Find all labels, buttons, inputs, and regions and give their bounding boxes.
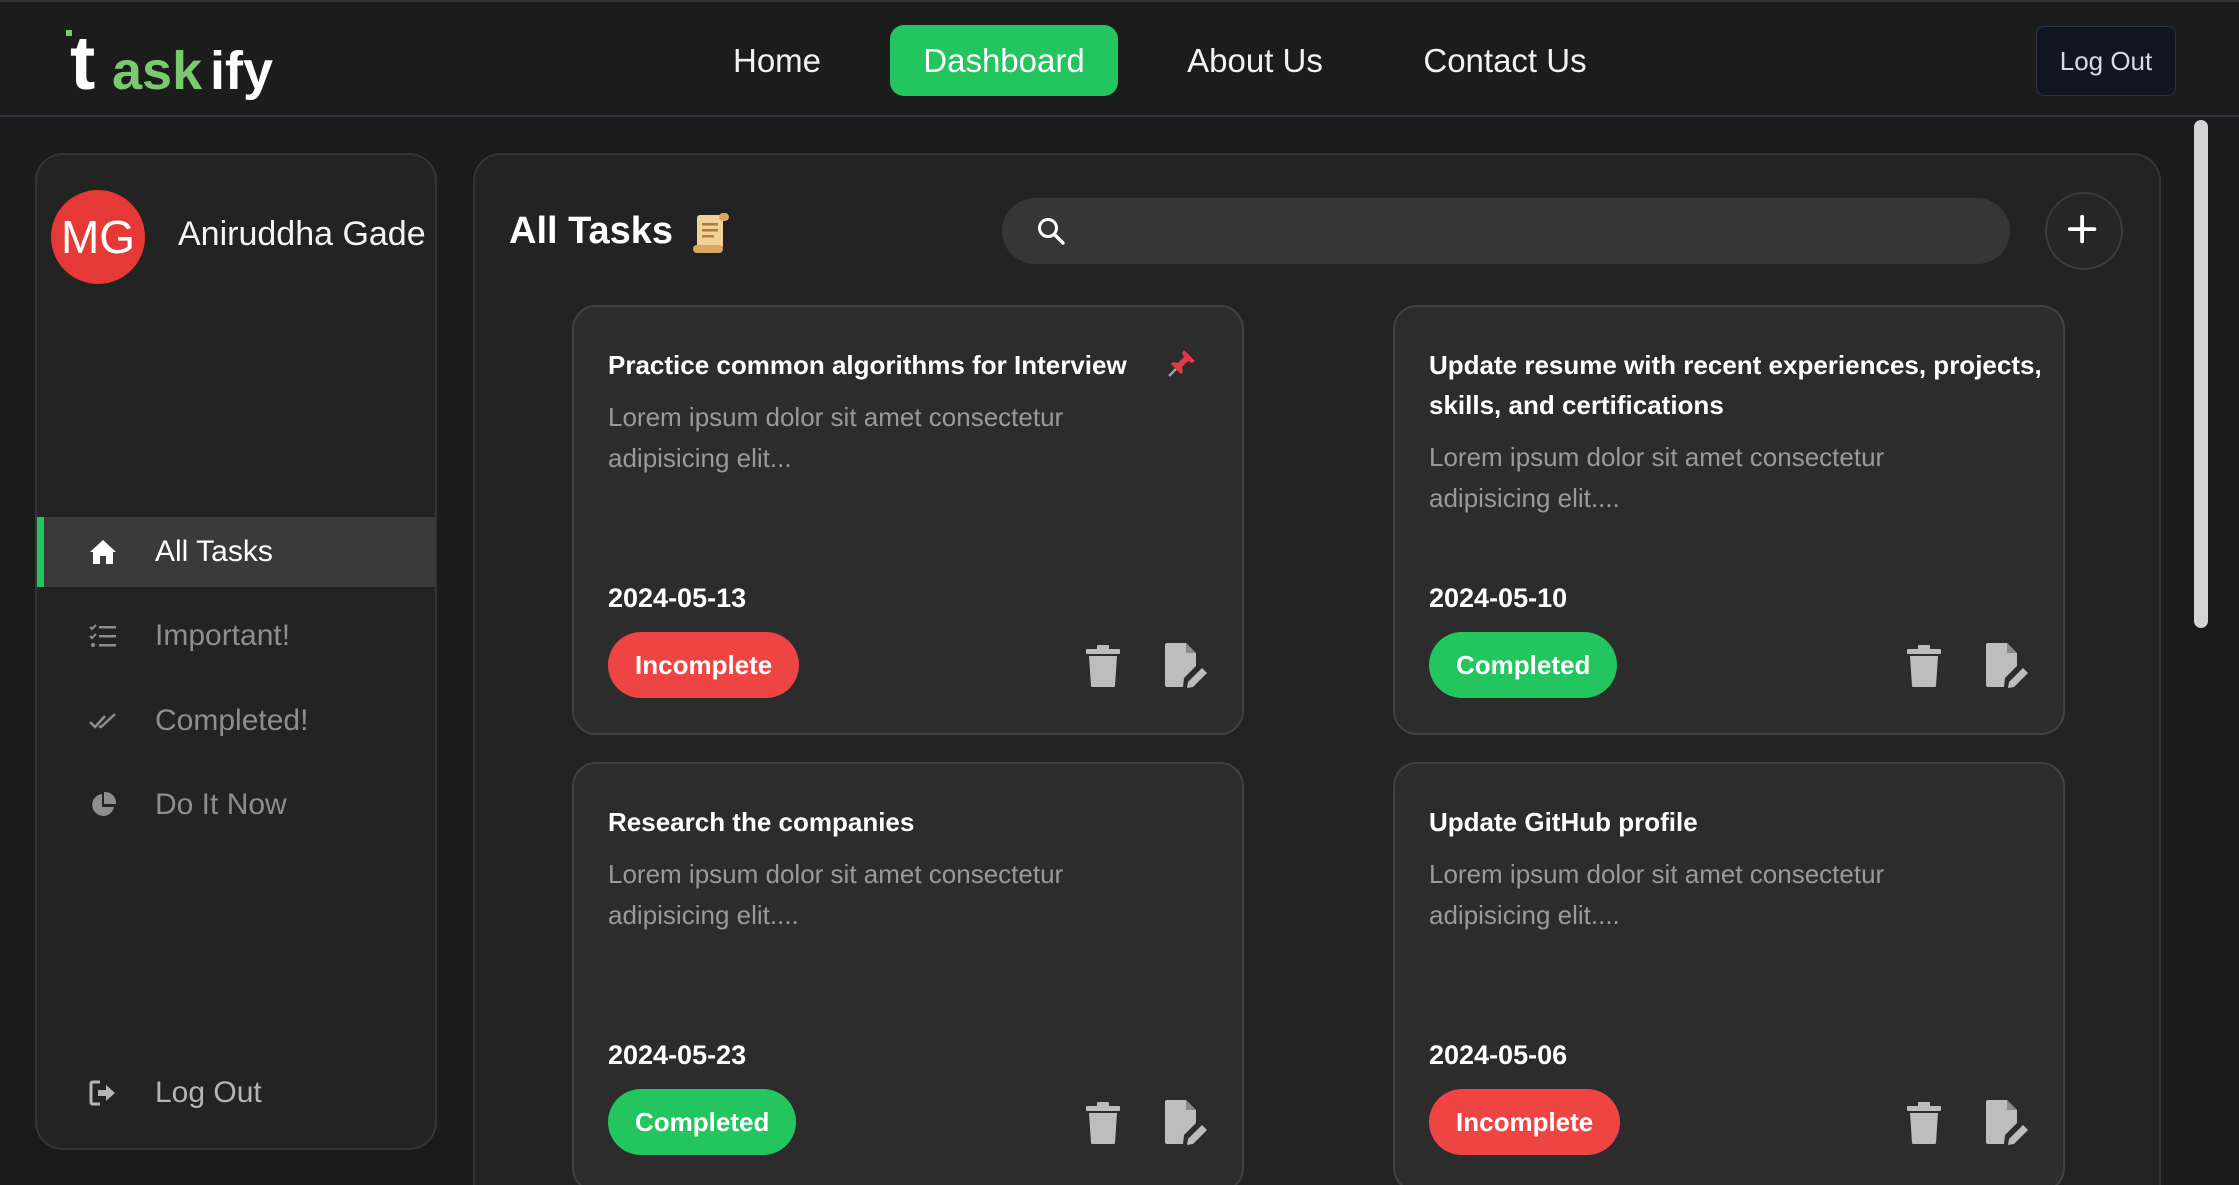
nav-dashboard-link[interactable]: Dashboard bbox=[890, 25, 1118, 96]
task-date: 2024-05-23 bbox=[608, 1040, 747, 1070]
trash-icon[interactable] bbox=[1906, 644, 1942, 688]
status-badge[interactable]: Completed bbox=[1429, 632, 1618, 698]
trash-icon[interactable] bbox=[1085, 1101, 1121, 1145]
top-navbar: t ask ify Home Dashboard About Us Contac… bbox=[0, 0, 2239, 117]
nav-about-link[interactable]: About Us bbox=[1170, 25, 1340, 96]
task-title: Practice common algorithms for Interview bbox=[608, 350, 1127, 380]
page-title: All Tasks bbox=[509, 210, 674, 252]
pin-icon[interactable] bbox=[1166, 347, 1198, 379]
avatar[interactable]: MG bbox=[51, 190, 145, 284]
task-description: Lorem ipsum dolor sit amet consectetur a… bbox=[1429, 442, 1885, 513]
logout-button[interactable]: Log Out bbox=[2036, 26, 2176, 96]
task-card[interactable]: Update GitHub profile Lorem ipsum dolor … bbox=[1393, 762, 2065, 1185]
search-icon bbox=[1038, 218, 1065, 245]
sidebar-item-label: Important! bbox=[155, 619, 291, 652]
trash-icon[interactable] bbox=[1906, 1101, 1942, 1145]
task-description: Lorem ipsum dolor sit amet consectetur a… bbox=[1429, 859, 1885, 930]
home-icon bbox=[90, 540, 116, 564]
task-description: Lorem ipsum dolor sit amet consectetur a… bbox=[608, 859, 1064, 930]
main-panel: All Tasks Practice common algorithms for… bbox=[473, 153, 2161, 1185]
sidebar-item-all-tasks[interactable]: All Tasks bbox=[37, 517, 435, 587]
edit-file-icon[interactable] bbox=[1164, 1099, 1208, 1145]
plus-icon bbox=[2067, 214, 2097, 244]
search-input[interactable] bbox=[1082, 198, 1986, 266]
profile-name: Aniruddha Gade bbox=[178, 215, 426, 253]
sidebar-logout-button[interactable]: Log Out bbox=[37, 1058, 435, 1128]
sidebar-item-label: All Tasks bbox=[155, 535, 273, 568]
pie-chart-icon bbox=[92, 791, 117, 816]
nav-contact-link[interactable]: Contact Us bbox=[1405, 25, 1605, 96]
trash-icon[interactable] bbox=[1085, 644, 1121, 688]
logo-text-green: ask bbox=[112, 41, 203, 101]
sign-out-icon bbox=[89, 1080, 115, 1106]
task-date: 2024-05-13 bbox=[608, 583, 747, 613]
task-date: 2024-05-06 bbox=[1429, 1040, 1568, 1070]
task-card[interactable]: Update resume with recent experiences, p… bbox=[1393, 305, 2065, 735]
edit-file-icon[interactable] bbox=[1985, 1099, 2029, 1145]
sidebar-item-completed[interactable]: Completed! bbox=[37, 686, 435, 756]
sidebar-item-label: Completed! bbox=[155, 704, 309, 737]
status-badge[interactable]: Incomplete bbox=[608, 632, 800, 698]
logo-letter-t: t bbox=[70, 21, 95, 106]
sidebar-item-label: Do It Now bbox=[155, 788, 287, 821]
task-description: Lorem ipsum dolor sit amet consectetur a… bbox=[608, 402, 1064, 473]
task-card[interactable]: Research the companies Lorem ipsum dolor… bbox=[572, 762, 1244, 1185]
status-badge[interactable]: Completed bbox=[608, 1089, 797, 1155]
task-title: Update GitHub profile bbox=[1429, 807, 1698, 837]
edit-file-icon[interactable] bbox=[1985, 642, 2029, 688]
add-task-button[interactable] bbox=[2045, 192, 2123, 270]
status-badge[interactable]: Incomplete bbox=[1429, 1089, 1621, 1155]
task-title: Research the companies bbox=[608, 807, 915, 837]
sidebar-item-important[interactable]: Important! bbox=[37, 601, 435, 671]
scroll-icon bbox=[693, 213, 729, 253]
page-scrollbar[interactable] bbox=[2194, 120, 2208, 628]
double-check-icon bbox=[89, 713, 116, 729]
sidebar: MG Aniruddha Gade All Tasks Important! C… bbox=[35, 153, 437, 1150]
list-check-icon bbox=[89, 624, 116, 647]
task-card[interactable]: Practice common algorithms for Interview… bbox=[572, 305, 1244, 735]
sidebar-item-do-it-now[interactable]: Do It Now bbox=[37, 770, 435, 840]
logo-text-white: ify bbox=[210, 41, 273, 101]
sidebar-logout-label: Log Out bbox=[155, 1076, 262, 1109]
nav-home-link[interactable]: Home bbox=[712, 25, 842, 96]
task-date: 2024-05-10 bbox=[1429, 583, 1568, 613]
task-title: Update resume with recent experiences, p… bbox=[1429, 350, 2042, 420]
taskify-logo[interactable]: t ask ify bbox=[62, 14, 292, 109]
search-bar[interactable] bbox=[1002, 198, 2010, 266]
edit-file-icon[interactable] bbox=[1164, 642, 1208, 688]
